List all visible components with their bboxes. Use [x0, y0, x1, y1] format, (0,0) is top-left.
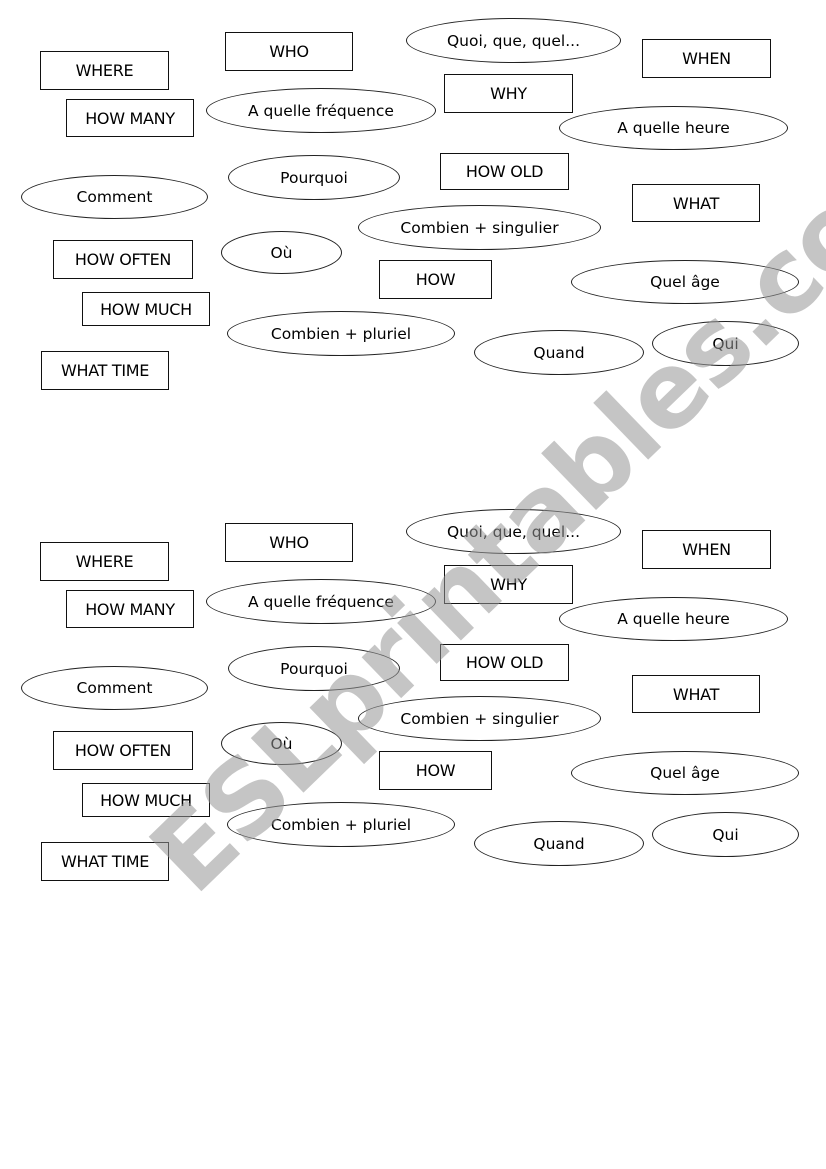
card-label: WHERE — [75, 552, 134, 571]
card-how-old: HOW OLD — [440, 644, 569, 681]
card-how-often: HOW OFTEN — [53, 240, 193, 279]
card-label: A quelle fréquence — [248, 592, 394, 611]
card-label: WHY — [490, 84, 527, 103]
card-label: WHO — [269, 533, 309, 552]
card-what: WHAT — [632, 675, 760, 713]
card-when: WHEN — [642, 530, 771, 569]
card-label: Quel âge — [650, 764, 720, 782]
card-comment: Comment — [21, 175, 208, 219]
card-how-much: HOW MUCH — [82, 292, 210, 326]
card-why: WHY — [444, 74, 573, 113]
card-comment: Comment — [21, 666, 208, 710]
card-combien-pluriel: Combien + pluriel — [227, 311, 455, 356]
card-label: Pourquoi — [280, 168, 348, 187]
card-label: Combien + singulier — [400, 709, 559, 728]
card-label: HOW OFTEN — [74, 741, 172, 760]
card-label: WHERE — [75, 61, 134, 80]
card-label: A quelle heure — [617, 119, 730, 137]
card-who: WHO — [225, 32, 353, 71]
card-how-many: HOW MANY — [66, 590, 194, 628]
card-label: HOW MUCH — [100, 299, 192, 319]
card-quand: Quand — [474, 330, 644, 375]
card-label: Quand — [533, 343, 585, 362]
card-label: HOW MANY — [85, 599, 175, 619]
card-label: HOW MUCH — [100, 790, 192, 810]
card-how-old: HOW OLD — [440, 153, 569, 190]
card-label: WHAT — [672, 193, 720, 213]
card-label: WHEN — [682, 49, 731, 68]
card-label: WHEN — [682, 540, 731, 559]
card-label: WHAT TIME — [60, 852, 150, 871]
card-where: WHERE — [40, 542, 169, 581]
card-label: Qui — [712, 825, 739, 844]
card-how-much: HOW MUCH — [82, 783, 210, 817]
card-label: WHAT TIME — [60, 361, 150, 380]
card-where: WHERE — [40, 51, 169, 90]
card-how-often: HOW OFTEN — [53, 731, 193, 770]
card-a-quelle-frequence: A quelle fréquence — [206, 88, 436, 133]
card-label: WHAT — [672, 684, 720, 704]
card-label: Combien + pluriel — [270, 324, 412, 343]
card-what-time: WHAT TIME — [41, 842, 169, 881]
card-label: HOW OFTEN — [74, 250, 172, 269]
card-label: HOW MANY — [85, 108, 175, 128]
card-a-quelle-heure: A quelle heure — [559, 106, 788, 150]
card-label: Quoi, que, quel... — [446, 31, 580, 50]
card-quand: Quand — [474, 821, 644, 866]
card-qui: Qui — [652, 812, 799, 857]
card-set-1: WHERE WHO WHEN HOW MANY WHY HOW OLD WHAT… — [0, 0, 826, 420]
card-label: Combien + singulier — [400, 218, 559, 237]
card-label: Comment — [76, 188, 153, 206]
card-what: WHAT — [632, 184, 760, 222]
card-why: WHY — [444, 565, 573, 604]
card-quoi-que-quel: Quoi, que, quel... — [406, 509, 621, 554]
card-who: WHO — [225, 523, 353, 562]
card-combien-pluriel: Combien + pluriel — [227, 802, 455, 847]
card-qui: Qui — [652, 321, 799, 366]
card-label: Pourquoi — [280, 659, 348, 678]
card-when: WHEN — [642, 39, 771, 78]
card-label: Quand — [533, 834, 585, 853]
card-label: WHO — [269, 42, 309, 61]
card-combien-singulier: Combien + singulier — [358, 696, 601, 741]
card-label: HOW OLD — [465, 653, 544, 672]
card-ou: Où — [221, 722, 342, 765]
card-label: Qui — [712, 334, 739, 353]
card-quoi-que-quel: Quoi, que, quel... — [406, 18, 621, 63]
card-pourquoi: Pourquoi — [228, 155, 400, 200]
card-how: HOW — [379, 751, 492, 790]
card-combien-singulier: Combien + singulier — [358, 205, 601, 250]
card-pourquoi: Pourquoi — [228, 646, 400, 691]
card-label: A quelle fréquence — [248, 101, 394, 120]
card-label: HOW — [415, 270, 456, 289]
card-label: Comment — [76, 679, 153, 697]
card-label: Quel âge — [650, 273, 720, 291]
card-quel-age: Quel âge — [571, 260, 799, 304]
card-label: Où — [270, 243, 293, 262]
card-a-quelle-heure: A quelle heure — [559, 597, 788, 641]
card-label: WHY — [490, 575, 527, 594]
card-how: HOW — [379, 260, 492, 299]
card-ou: Où — [221, 231, 342, 274]
card-label: Combien + pluriel — [270, 815, 412, 834]
card-what-time: WHAT TIME — [41, 351, 169, 390]
card-label: HOW OLD — [465, 162, 544, 181]
card-label: Où — [270, 734, 293, 753]
card-a-quelle-frequence: A quelle fréquence — [206, 579, 436, 624]
card-label: HOW — [415, 761, 456, 780]
card-quel-age: Quel âge — [571, 751, 799, 795]
card-how-many: HOW MANY — [66, 99, 194, 137]
card-label: Quoi, que, quel... — [446, 522, 580, 541]
card-set-2: WHERE WHO WHEN HOW MANY WHY HOW OLD WHAT… — [0, 491, 826, 911]
card-label: A quelle heure — [617, 610, 730, 628]
